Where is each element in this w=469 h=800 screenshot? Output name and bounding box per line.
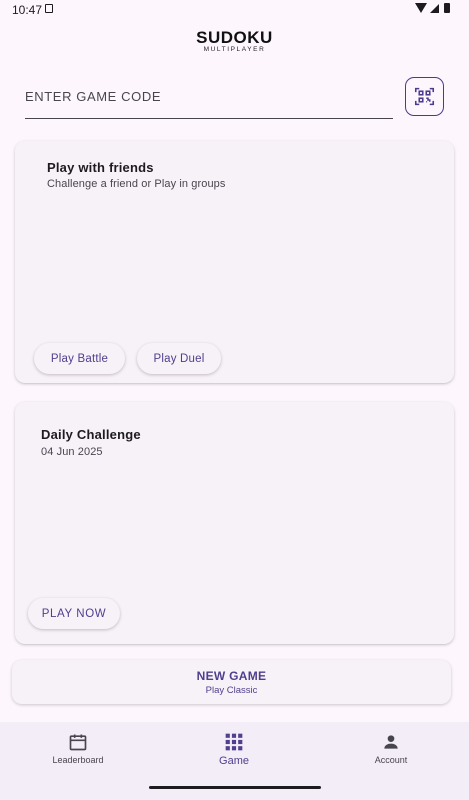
nav-label-account: Account (374, 755, 408, 765)
qr-scan-icon (414, 87, 435, 106)
new-game-button[interactable]: NEW GAME Play Classic (12, 660, 451, 704)
nav-label-game: Game (219, 755, 249, 767)
play-now-button[interactable]: PLAY NOW (28, 598, 120, 629)
home-indicator[interactable] (149, 786, 321, 789)
daily-challenge-card: Daily Challenge 04 Jun 2025 PLAY NOW (15, 402, 454, 644)
nav-item-game[interactable]: Game (174, 732, 294, 767)
play-duel-button[interactable]: Play Duel (137, 343, 221, 374)
status-bar: 10:47 (0, 0, 469, 20)
game-code-field[interactable] (25, 82, 393, 119)
logo-subtitle: MULTIPLAYER (203, 46, 266, 53)
nav-item-account[interactable]: Account (331, 732, 451, 765)
signal-icon (430, 3, 439, 13)
friends-card-subtitle: Challenge a friend or Play in groups (47, 178, 226, 190)
status-time: 10:47 (12, 3, 43, 17)
play-with-friends-card: Play with friends Challenge a friend or … (15, 141, 454, 383)
new-game-subtitle: Play Classic (205, 685, 258, 696)
qr-scan-button[interactable] (405, 77, 444, 116)
app-logo: SUDOKU MULTIPLAYER (0, 28, 469, 53)
logo-title: SUDOKU (196, 28, 273, 47)
notification-icon (45, 4, 53, 13)
grid-icon (225, 733, 243, 751)
battery-icon (444, 3, 450, 13)
game-code-input[interactable] (25, 82, 393, 110)
play-battle-button[interactable]: Play Battle (34, 343, 125, 374)
daily-card-title: Daily Challenge (41, 427, 141, 442)
calendar-icon (69, 734, 87, 751)
status-icons (415, 3, 450, 13)
friends-card-title: Play with friends (47, 160, 154, 175)
daily-card-date: 04 Jun 2025 (41, 446, 103, 458)
wifi-icon (415, 3, 427, 13)
nav-label-leaderboard: Leaderboard (52, 755, 104, 765)
person-icon (384, 735, 398, 749)
nav-item-leaderboard[interactable]: Leaderboard (18, 732, 138, 765)
new-game-title: NEW GAME (196, 669, 267, 683)
